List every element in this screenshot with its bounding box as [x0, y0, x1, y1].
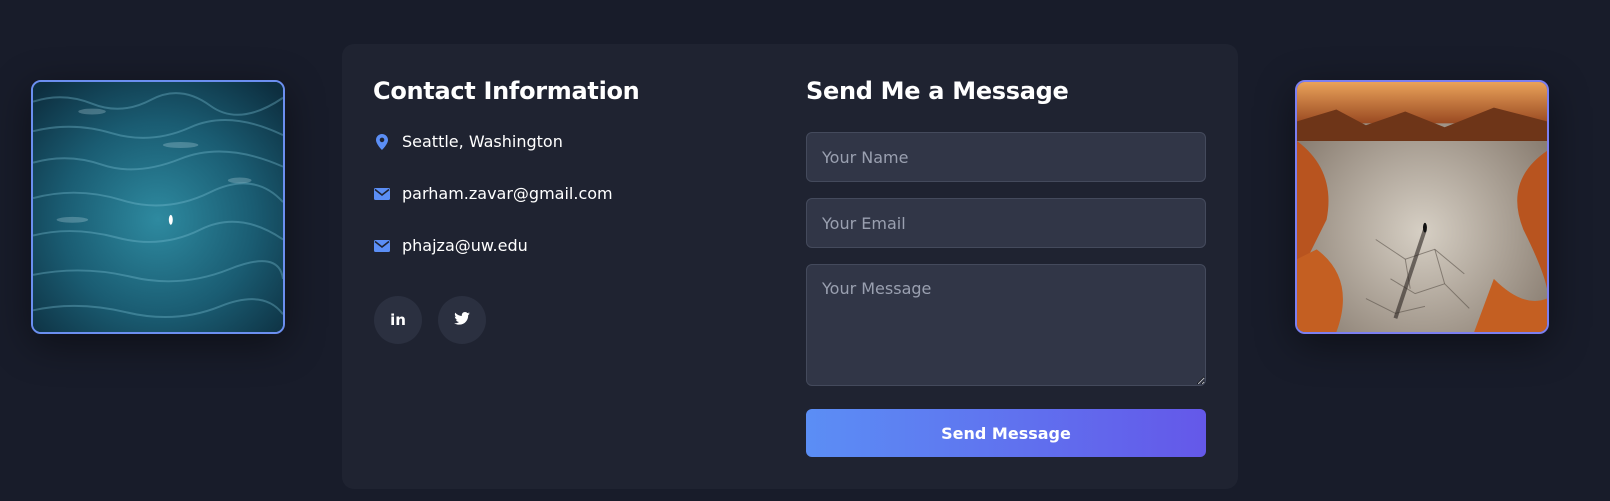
ocean-aerial-image	[31, 80, 285, 334]
message-textarea[interactable]	[806, 264, 1206, 386]
envelope-icon	[373, 237, 391, 255]
email-row-primary: parham.zavar@gmail.com	[373, 184, 613, 203]
email-link-primary[interactable]: parham.zavar@gmail.com	[402, 184, 613, 203]
linkedin-icon: in	[390, 311, 406, 329]
contact-title: Contact Information	[373, 77, 640, 105]
map-pin-icon	[373, 133, 391, 151]
location-text: Seattle, Washington	[402, 132, 563, 151]
twitter-button[interactable]	[438, 296, 486, 344]
email-row-secondary: phajza@uw.edu	[373, 236, 528, 255]
desert-canyon-image	[1295, 80, 1549, 334]
contact-card: Contact Information Seattle, Washington …	[342, 44, 1238, 489]
email-input[interactable]	[806, 198, 1206, 248]
location-row: Seattle, Washington	[373, 132, 563, 151]
form-title: Send Me a Message	[806, 77, 1069, 105]
send-message-button[interactable]: Send Message	[806, 409, 1206, 457]
envelope-icon	[373, 185, 391, 203]
email-link-secondary[interactable]: phajza@uw.edu	[402, 236, 528, 255]
twitter-icon	[454, 311, 470, 329]
name-input[interactable]	[806, 132, 1206, 182]
linkedin-button[interactable]: in	[374, 296, 422, 344]
